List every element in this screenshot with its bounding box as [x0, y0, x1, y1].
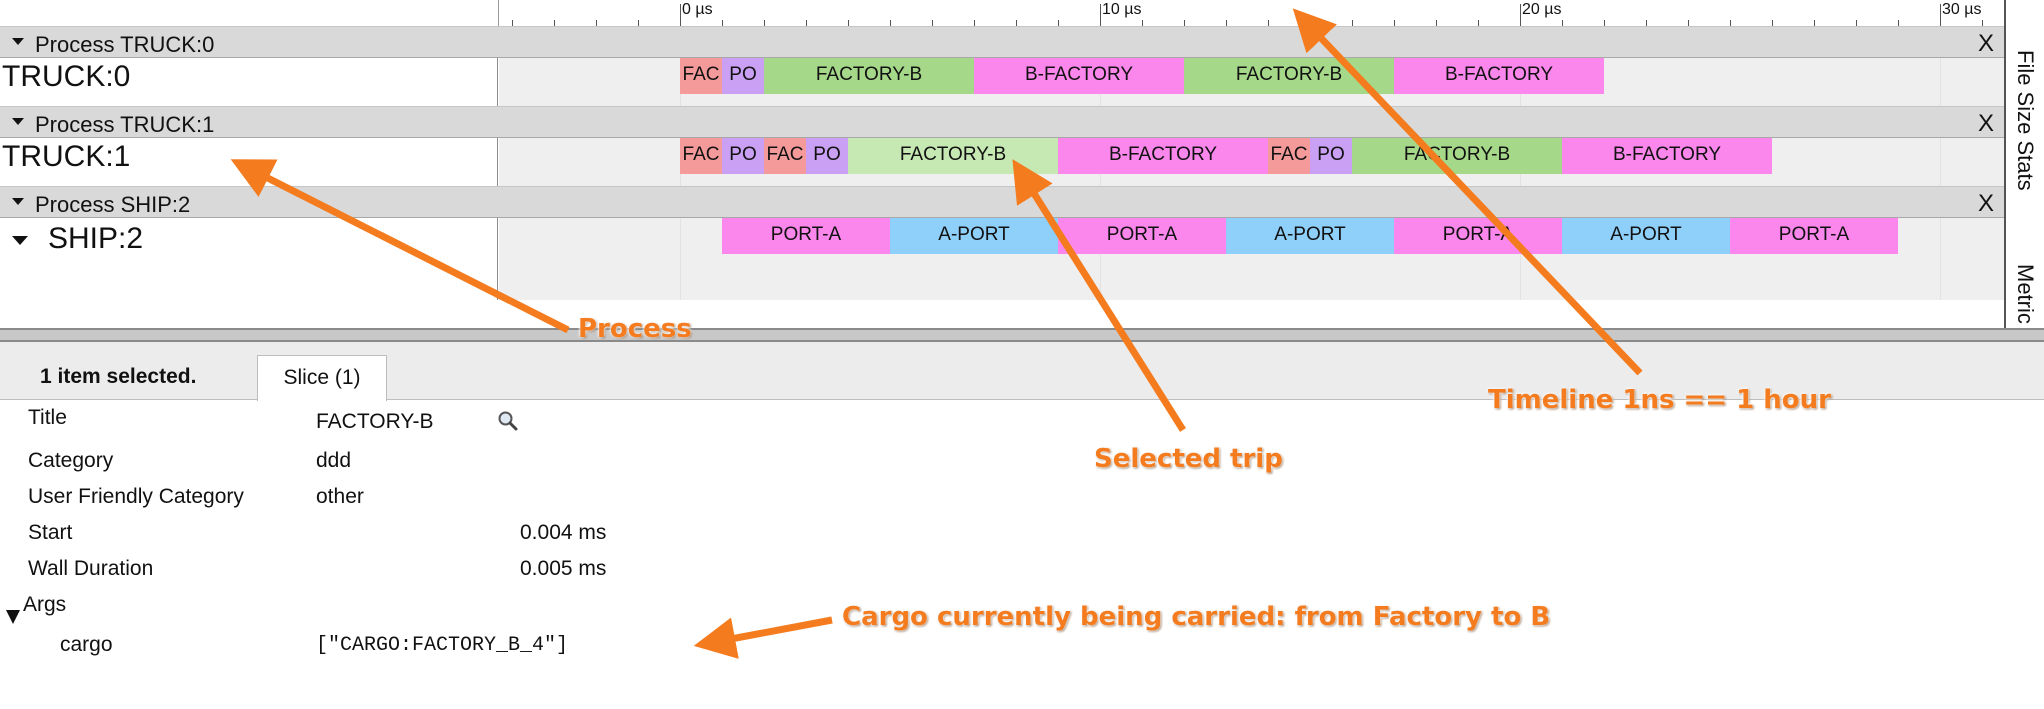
slice[interactable]: FACTORY-B [1184, 58, 1394, 94]
ruler-major-tick [1940, 4, 1941, 26]
side-panel: File Size Stats Metric [2004, 0, 2044, 330]
annotation-selected-trip: Selected trip [1094, 444, 1283, 474]
track-label-area: TRUCK:1 [0, 138, 498, 186]
collapse-caret-icon[interactable] [12, 198, 24, 205]
process-title: Process SHIP:2 [35, 192, 191, 217]
ruler-major-tick [1520, 4, 1521, 26]
slice-container: FAC PO FACTORY-B B-FACTORY FACTORY-B B-FACTOR… [499, 58, 2004, 106]
search-icon[interactable] [497, 410, 519, 432]
prop-category-value: ddd [316, 449, 352, 472]
prop-ufc-value: other [316, 485, 364, 508]
prop-wall-duration-key: Wall Duration [28, 557, 154, 580]
grid-line [1940, 138, 1941, 186]
prop-category-key: Category [28, 449, 114, 472]
track-label: TRUCK:0 [2, 60, 131, 93]
prop-title-value: FACTORY-B [316, 410, 434, 433]
track-lane[interactable]: FAC PO FACTORY-B B-FACTORY FACTORY-B B-FACTOR… [499, 58, 2004, 106]
track-label: TRUCK:1 [2, 140, 131, 173]
process-title: Process TRUCK:1 [35, 112, 215, 137]
track-truck-0: TRUCK:0 FAC PO FACTORY-B B-FACTORY FACTORY-B… [0, 58, 2004, 106]
annotation-process: Process [578, 314, 692, 344]
track-lane[interactable]: PORT-A A-PORT PORT-A A-PORT PORT-A A-PORT PORT… [499, 218, 2004, 300]
slice-container: PORT-A A-PORT PORT-A A-PORT PORT-A A-PORT PORT… [499, 218, 2004, 300]
slice-selected[interactable]: FACTORY-B [848, 138, 1058, 174]
slice[interactable]: B-FACTORY [1562, 138, 1772, 174]
prop-start-value: 0.004 ms [520, 521, 607, 544]
slice[interactable]: PO [722, 138, 764, 174]
track-truck-1: TRUCK:1 FAC PO FAC PO FACTORY-B B-FACTORY FAC P… [0, 138, 2004, 186]
close-process-button[interactable]: X [1978, 190, 1994, 218]
metric-tab[interactable]: Metric [2012, 264, 2038, 324]
close-process-button[interactable]: X [1978, 110, 1994, 138]
grid-line [1940, 58, 1941, 106]
slice[interactable]: B-FACTORY [974, 58, 1184, 94]
track-lane[interactable]: FAC PO FAC PO FACTORY-B B-FACTORY FAC PO FACTORY… [499, 138, 2004, 186]
slice[interactable]: FAC [680, 58, 722, 94]
process-header-ship-2[interactable]: Process SHIP:2 X [0, 186, 2004, 218]
slice[interactable]: PORT-A [1394, 218, 1562, 254]
ruler-label-10us: 10 µs [1102, 1, 1142, 18]
prop-cargo-value: ["CARGO:FACTORY_B_4"] [316, 634, 569, 657]
prop-args-key[interactable]: Args [23, 593, 66, 617]
collapse-caret-icon[interactable] [12, 118, 24, 125]
selection-summary: 1 item selected. [40, 365, 197, 388]
grid-line [1940, 218, 1941, 300]
prop-cargo-key: cargo [60, 633, 113, 656]
ruler-major-tick [1100, 4, 1101, 26]
ruler-label-30us: 30 µs [1942, 1, 1982, 18]
slice[interactable]: A-PORT [1562, 218, 1730, 254]
annotation-timeline: Timeline 1ns == 1 hour [1488, 385, 1831, 415]
panel-splitter[interactable] [0, 328, 2044, 342]
prop-start-key: Start [28, 521, 73, 544]
slice[interactable]: PO [806, 138, 848, 174]
expand-caret-icon[interactable] [12, 236, 28, 245]
ruler-label-20us: 20 µs [1522, 1, 1562, 18]
prop-title-key: Title [28, 406, 67, 429]
slice[interactable]: PO [1310, 138, 1352, 174]
slice[interactable]: FACTORY-B [764, 58, 974, 94]
time-ruler[interactable]: 0 µs 10 µs 20 µs 30 µs [0, 0, 2004, 27]
slice[interactable]: PORT-A [1058, 218, 1226, 254]
ruler-label-0us: 0 µs [682, 1, 713, 18]
process-title: Process TRUCK:0 [35, 32, 215, 57]
track-label-area: SHIP:2 [0, 218, 498, 300]
annotation-cargo: Cargo currently being carried: from Fact… [842, 602, 1551, 632]
track-ship-2: SHIP:2 PORT-A A-PORT PORT-A A-PORT PORT-A A-P… [0, 218, 2004, 300]
slice[interactable]: B-FACTORY [1058, 138, 1268, 174]
prop-wall-duration-value: 0.005 ms [520, 557, 607, 580]
process-header-truck-1[interactable]: Process TRUCK:1 X [0, 106, 2004, 138]
slice[interactable]: FAC [680, 138, 722, 174]
slice[interactable]: B-FACTORY [1394, 58, 1604, 94]
slice[interactable]: FAC [1268, 138, 1310, 174]
ruler-major-tick [680, 4, 681, 26]
track-label: SHIP:2 [48, 222, 144, 255]
tab-slice[interactable]: Slice (1) [257, 355, 387, 401]
timeline-empty-area [0, 300, 2004, 328]
slice-container: FAC PO FAC PO FACTORY-B B-FACTORY FAC PO FACTORY… [499, 138, 2004, 186]
file-size-stats-tab[interactable]: File Size Stats [2012, 50, 2038, 191]
grid-line [680, 218, 681, 300]
process-header-truck-0[interactable]: Process TRUCK:0 X [0, 26, 2004, 58]
slice[interactable]: PO [722, 58, 764, 94]
slice[interactable]: PORT-A [722, 218, 890, 254]
track-label-area: TRUCK:0 [0, 58, 498, 106]
close-process-button[interactable]: X [1978, 30, 1994, 58]
collapse-caret-icon[interactable] [12, 38, 24, 45]
slice[interactable]: PORT-A [1730, 218, 1898, 254]
slice[interactable]: A-PORT [1226, 218, 1394, 254]
ruler-divider [498, 0, 499, 26]
slice[interactable]: FAC [764, 138, 806, 174]
prop-ufc-key: User Friendly Category [28, 485, 244, 508]
slice[interactable]: A-PORT [890, 218, 1058, 254]
slice[interactable]: FACTORY-B [1352, 138, 1562, 174]
args-expand-caret-icon[interactable] [6, 610, 20, 624]
